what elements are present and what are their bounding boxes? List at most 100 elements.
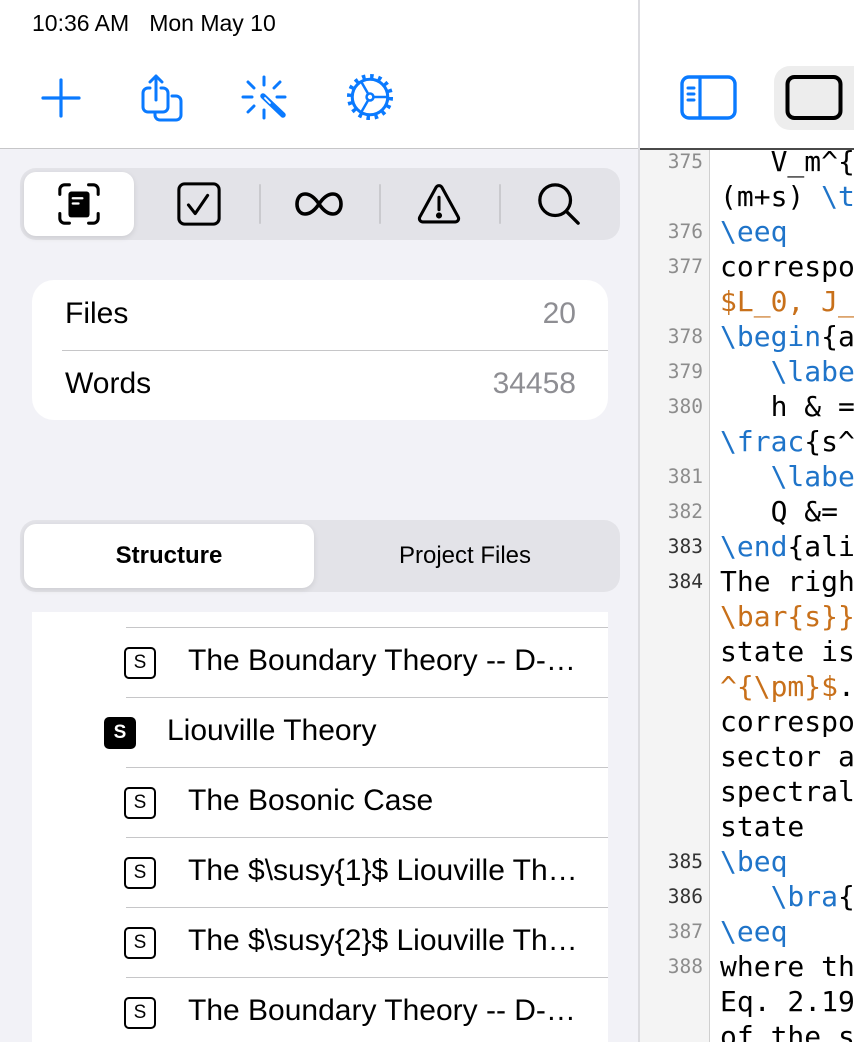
line-number: 378	[667, 325, 703, 348]
code-text[interactable]: \labe	[720, 459, 854, 494]
code-token: \begin	[720, 320, 822, 353]
code-token: .	[838, 670, 854, 703]
code-line[interactable]: 387 \eeq	[640, 914, 854, 949]
code-text[interactable]: \begin{a	[720, 319, 854, 354]
tab-todo[interactable]	[144, 172, 254, 236]
code-line[interactable]: \frac{s^	[640, 424, 854, 459]
code-line[interactable]: 380 h & =	[640, 389, 854, 424]
code-line[interactable]: $L_0, J_	[640, 284, 854, 319]
code-text[interactable]: correspo	[720, 249, 854, 284]
share-button[interactable]	[138, 74, 186, 122]
code-text[interactable]: \end{ali	[720, 529, 854, 564]
code-text[interactable]: Eq. 2.19	[720, 984, 854, 1019]
code-line[interactable]: \bar{s}}	[640, 599, 854, 634]
code-line[interactable]: 386 \bra{	[640, 879, 854, 914]
structure-tab[interactable]: Structure	[24, 524, 314, 588]
outline-item[interactable]: S Liouville Theory	[32, 697, 608, 767]
tab-separator	[259, 184, 261, 224]
outline-item[interactable]: S The Bosonic Case	[32, 767, 608, 837]
outline-item[interactable]: S The $\susy{1}$ Liouville Th…	[32, 837, 608, 907]
code-token: sector a	[720, 740, 854, 773]
code-text[interactable]: spectral	[720, 774, 854, 809]
sidebar-left-icon	[680, 75, 737, 120]
code-line[interactable]: 381 \labe	[640, 459, 854, 494]
code-line[interactable]: 378 \begin{a	[640, 319, 854, 354]
add-button[interactable]	[37, 74, 85, 122]
code-line[interactable]: 382 Q &=	[640, 494, 854, 529]
code-text[interactable]: \bra{	[720, 879, 854, 914]
magic-wand-button[interactable]	[241, 74, 289, 122]
code-line[interactable]: Eq. 2.19	[640, 984, 854, 1019]
code-line[interactable]: sector a	[640, 739, 854, 774]
line-number: 382	[667, 500, 703, 523]
code-text[interactable]: \labe	[720, 354, 854, 389]
code-text[interactable]: (m+s) \t	[720, 179, 854, 214]
code-text[interactable]: Q &=	[720, 494, 838, 529]
code-token: (m+s)	[720, 180, 822, 213]
code-text[interactable]: \eeq	[720, 214, 787, 249]
code-text[interactable]: The righ	[720, 564, 854, 599]
infinity-icon	[295, 192, 343, 216]
rectangle-icon	[785, 75, 843, 120]
code-text[interactable]: h & =	[720, 389, 854, 424]
code-line[interactable]: of the s	[640, 1019, 854, 1042]
code-line[interactable]: 383 \end{ali	[640, 529, 854, 564]
code-line[interactable]: spectral	[640, 774, 854, 809]
line-number: 380	[667, 395, 703, 418]
tab-issues[interactable]	[384, 172, 494, 236]
outline-item[interactable]: S The $\susy{2}$ Liouville Th…	[32, 907, 608, 977]
code-line[interactable]: 379 \labe	[640, 354, 854, 389]
magnifying-glass-icon	[538, 183, 580, 225]
code-line[interactable]: 377 correspo	[640, 249, 854, 284]
code-line[interactable]: 375 V_m^{	[640, 150, 854, 179]
code-token: \bar{s}}	[720, 600, 854, 633]
editor-header	[640, 0, 854, 150]
code-text[interactable]: of the s	[720, 1019, 854, 1042]
code-line[interactable]: 388 where th	[640, 949, 854, 984]
section-icon: S	[124, 997, 156, 1029]
code-text[interactable]: where th	[720, 949, 854, 984]
code-text[interactable]: \frac{s^	[720, 424, 854, 459]
plus-icon	[41, 78, 81, 118]
tab-search[interactable]	[504, 172, 614, 236]
outline-item[interactable]: S The Boundary Theory -- D-…	[32, 977, 608, 1047]
settings-button[interactable]	[346, 73, 394, 121]
code-text[interactable]: sector a	[720, 739, 854, 774]
code-text[interactable]: \beq	[720, 844, 787, 879]
code-token: \labe	[720, 355, 854, 388]
code-text[interactable]: \eeq	[720, 914, 787, 949]
line-number: 387	[667, 920, 703, 943]
code-text[interactable]: state	[720, 809, 804, 844]
stat-label: Words	[65, 367, 152, 400]
code-line[interactable]: state is	[640, 634, 854, 669]
outline-item[interactable]: S The Boundary Theory -- D-…	[32, 627, 608, 697]
outline-item-title: Liouville Theory	[167, 714, 377, 747]
code-text[interactable]: ^{\pm}$.	[720, 669, 854, 704]
code-text[interactable]: V_m^{	[720, 150, 854, 179]
code-token: \beq	[720, 845, 788, 878]
sidebar-header: 10:36 AM Mon May 10	[0, 0, 638, 149]
tab-references[interactable]	[264, 172, 374, 236]
code-line[interactable]: 384 The righ	[640, 564, 854, 599]
code-text[interactable]: $L_0, J_	[720, 284, 854, 319]
checkmark-square-icon	[177, 182, 221, 226]
line-number: 381	[667, 465, 703, 488]
stat-label: Files	[65, 297, 129, 330]
code-line[interactable]: ^{\pm}$.	[640, 669, 854, 704]
project-files-tab[interactable]: Project Files	[314, 524, 616, 588]
tab-outline[interactable]	[24, 172, 134, 236]
code-editor[interactable]: 375 V_m^{ (m+s) \t 376 \eeq 377 correspo $…	[640, 150, 854, 1042]
code-line[interactable]: (m+s) \t	[640, 179, 854, 214]
line-number: 375	[667, 150, 703, 173]
code-line[interactable]: state	[640, 809, 854, 844]
section-icon: S	[104, 717, 136, 749]
toggle-sidebar-button[interactable]	[678, 73, 738, 121]
code-line[interactable]: 385 \beq	[640, 844, 854, 879]
code-text[interactable]: correspo	[720, 704, 854, 739]
code-line[interactable]: 376 \eeq	[640, 214, 854, 249]
tab-separator	[379, 184, 381, 224]
code-text[interactable]: state is	[720, 634, 854, 669]
code-text[interactable]: \bar{s}}	[720, 599, 854, 634]
code-token: \eeq	[720, 215, 788, 248]
code-line[interactable]: correspo	[640, 704, 854, 739]
